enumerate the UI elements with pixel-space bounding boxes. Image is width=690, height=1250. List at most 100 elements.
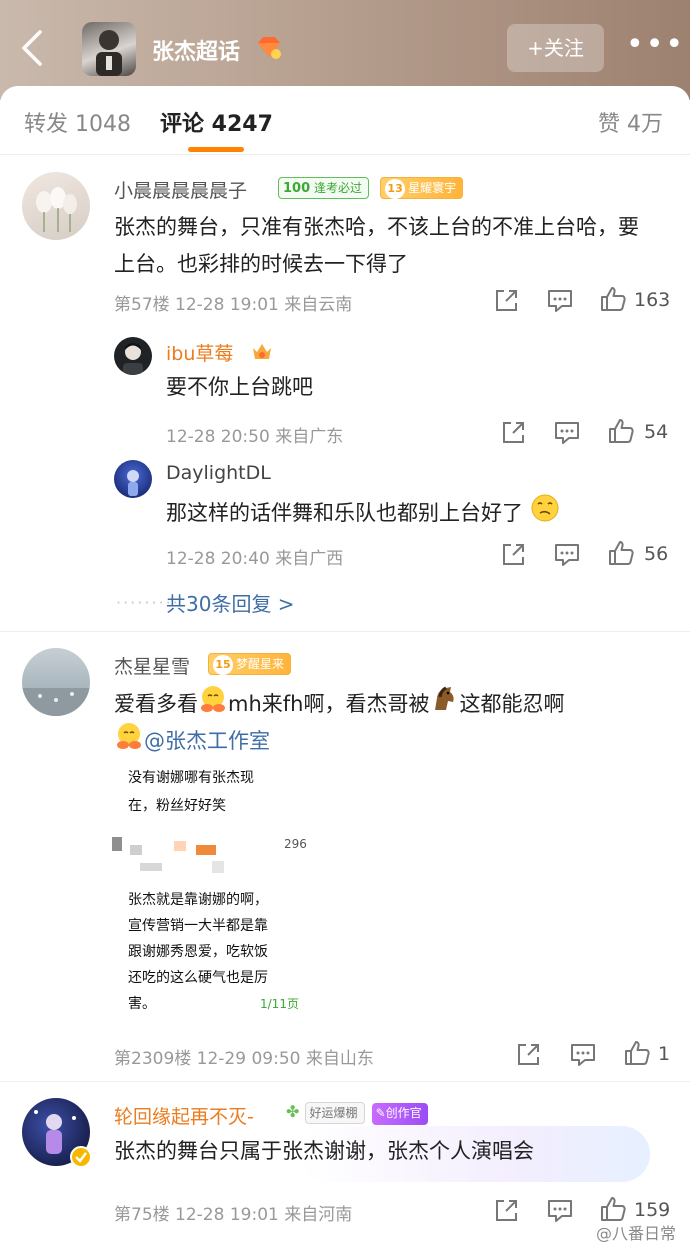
tabs-divider — [0, 154, 690, 155]
censor-block — [174, 841, 186, 851]
creator-icon: ✎ — [375, 1106, 386, 1120]
gem-icon — [254, 35, 284, 61]
image-text: 还吃的这么硬气也是厉 — [128, 970, 268, 986]
badge-label: 创作官 — [385, 1106, 422, 1120]
share-icon[interactable] — [514, 1041, 542, 1069]
comment-divider — [0, 631, 690, 632]
active-tab-indicator — [188, 147, 244, 152]
verified-icon — [70, 1146, 92, 1168]
reply-text: 那这样的话伴舞和乐队也都别上台好了 — [166, 493, 560, 535]
image-text: 在，粉丝好好笑 — [128, 798, 226, 814]
hugging-emoji-icon — [198, 684, 228, 726]
avatar[interactable] — [114, 337, 152, 375]
comment-text-segment: 这都能忍啊 — [459, 692, 565, 716]
tab-comments[interactable]: 评论 4247 — [160, 106, 273, 138]
like-count: 54 — [644, 421, 669, 443]
like-count: 56 — [644, 543, 669, 565]
censor-block — [130, 845, 142, 855]
luck-badge[interactable]: 好运爆棚 — [304, 1102, 365, 1124]
reply-text: 要不你上台跳吧 — [166, 375, 313, 399]
comment-meta: 第57楼 12-28 19:01 来自云南 — [114, 295, 353, 315]
reply-meta: 12-28 20:40 来自广西 — [166, 549, 344, 569]
comment-username[interactable]: 小晨晨晨晨晨子 — [114, 176, 247, 203]
like-count: 163 — [634, 289, 671, 311]
badge-level: 13 — [385, 179, 406, 199]
hugging-emoji-icon — [114, 721, 144, 763]
censor-block — [112, 837, 122, 851]
hundred-icon: 100 — [283, 181, 311, 196]
comment-icon[interactable] — [546, 1197, 574, 1225]
badge-level: 15 — [213, 655, 233, 675]
like-icon[interactable] — [607, 539, 635, 567]
share-icon[interactable] — [499, 541, 527, 569]
censor-block — [140, 863, 162, 871]
comment-username[interactable]: 轮回缘起再不灭- — [114, 1102, 254, 1129]
avatar[interactable] — [22, 172, 90, 240]
topic-title: 张杰超话 — [152, 40, 241, 65]
dream-badge[interactable]: 15 梦醒星来 — [208, 653, 292, 675]
tab-reposts[interactable]: 转发 1048 — [24, 106, 131, 138]
image-text: 害。 — [128, 996, 156, 1012]
horse-emoji-icon — [429, 684, 459, 726]
mention-line: @张杰工作室 — [114, 721, 270, 763]
comment-username[interactable]: 杰星星雪 — [114, 652, 190, 679]
back-icon[interactable] — [14, 26, 54, 70]
comment-text: 张杰的舞台只属于张杰谢谢，张杰个人演唱会 — [114, 1139, 534, 1163]
mention-link[interactable]: @张杰工作室 — [144, 729, 270, 753]
image-count: 296 — [284, 837, 307, 851]
clover-icon: ✤ — [286, 1102, 300, 1121]
like-icon[interactable] — [599, 285, 627, 313]
exam-badge[interactable]: 100 逢考必过 — [278, 177, 369, 199]
badge-label: 梦醒星来 — [236, 657, 285, 671]
tab-likes[interactable]: 赞 4万 — [598, 106, 663, 138]
image-text: 张杰就是靠谢娜的啊， — [128, 892, 268, 908]
more-replies-link[interactable]: 共30条回复 > — [166, 588, 295, 617]
reply-text-content: 那这样的话伴舞和乐队也都别上台好了 — [166, 501, 523, 525]
top-bar: 张杰超话 +关注 ••• — [0, 0, 690, 100]
more-options-icon[interactable]: ••• — [626, 30, 683, 66]
comment-text-segment: 爱看多看 — [114, 692, 198, 716]
topic-avatar[interactable] — [82, 22, 136, 76]
crown-icon — [250, 339, 274, 363]
watermark: @八番日常 — [595, 1224, 676, 1243]
image-page-indicator: 1/11页 — [260, 997, 299, 1011]
censor-block — [196, 845, 216, 855]
image-text: 没有谢娜哪有张杰现 — [128, 770, 254, 786]
reply-meta: 12-28 20:50 来自广东 — [166, 427, 344, 447]
comment-icon[interactable] — [546, 287, 574, 315]
comment-text: 张杰的舞台，只准有张杰哈，不该上台的不准上台哈，要上台。也彩排的时候去一下得了 — [114, 215, 639, 276]
avatar[interactable] — [114, 460, 152, 498]
comment-text-segment: mh来fh啊，看杰哥被 — [228, 692, 430, 716]
comment-divider — [0, 1081, 690, 1082]
reply-username[interactable]: DaylightDL — [166, 462, 271, 484]
badge-label: 逢考必过 — [313, 181, 362, 195]
reply-username[interactable]: ibu草莓 — [166, 339, 233, 366]
star-badge[interactable]: 13 星耀寰宇 — [380, 177, 464, 199]
like-count: 159 — [634, 1199, 671, 1221]
like-icon[interactable] — [623, 1039, 651, 1067]
image-text: 跟谢娜秀恩爱，吃软饭 — [128, 944, 268, 960]
censor-block — [212, 861, 224, 873]
comment-icon[interactable] — [553, 541, 581, 569]
share-icon[interactable] — [492, 287, 520, 315]
comment-meta: 第2309楼 12-29 09:50 来自山东 — [114, 1049, 374, 1069]
creator-badge[interactable]: ✎创作官 — [371, 1103, 428, 1125]
comment-icon[interactable] — [569, 1041, 597, 1069]
attached-image[interactable]: 没有谢娜哪有张杰现 在，粉丝好好笑 296 张杰就是靠谢娜的啊， 宣传营销一大半… — [112, 765, 320, 1025]
comment-meta: 第75楼 12-28 19:01 来自河南 — [114, 1205, 353, 1225]
thinking-emoji-icon — [530, 493, 560, 535]
like-icon[interactable] — [607, 417, 635, 445]
badge-label: 星耀寰宇 — [408, 181, 457, 195]
like-count: 1 — [658, 1043, 671, 1065]
share-icon[interactable] — [492, 1197, 520, 1225]
like-icon[interactable] — [599, 1195, 627, 1223]
avatar[interactable] — [22, 648, 90, 716]
comment-icon[interactable] — [553, 419, 581, 447]
comment-text: 爱看多看 mh来fh啊，看杰哥被 这都能忍啊 — [114, 684, 674, 726]
badge-group: ✤ 好运爆棚 ✎创作官 — [286, 1102, 428, 1125]
image-text: 宣传营销一大半都是靠 — [128, 918, 268, 934]
share-icon[interactable] — [499, 419, 527, 447]
follow-button[interactable]: +关注 — [507, 24, 604, 72]
badge-group: 100 逢考必过 13 星耀寰宇 — [278, 177, 464, 199]
badge-group: 15 梦醒星来 — [208, 653, 292, 675]
